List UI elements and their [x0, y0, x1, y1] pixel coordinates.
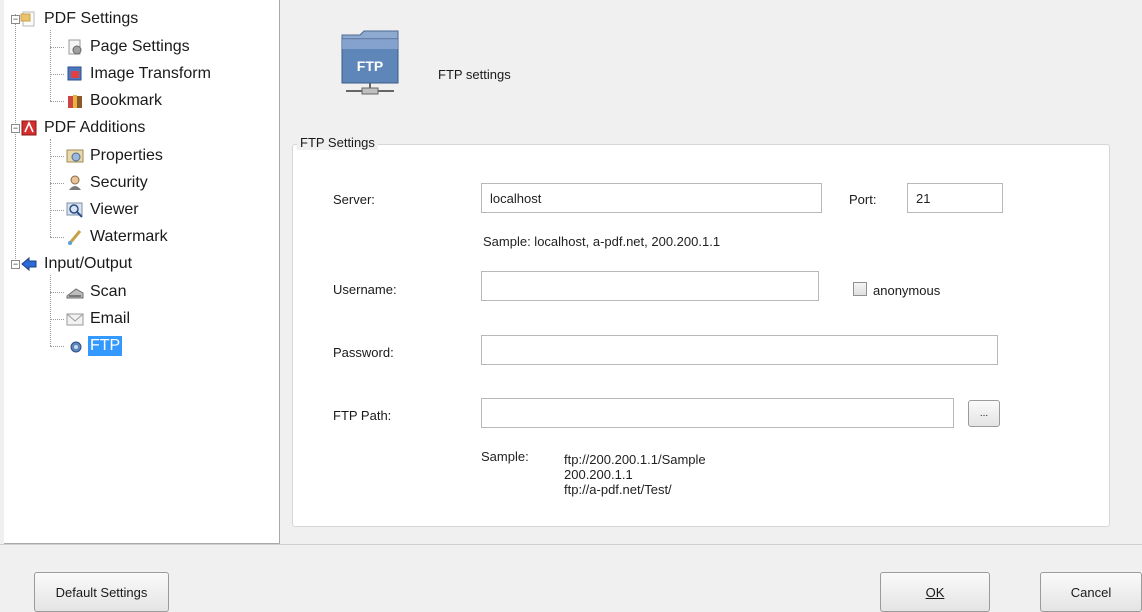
- tree-item-label: Scan: [90, 283, 127, 300]
- watermark-icon: [66, 228, 84, 246]
- password-label: Password:: [333, 345, 394, 360]
- tree-item-pdf-additions[interactable]: PDF Additions: [20, 117, 147, 139]
- path-sample-line: 200.200.1.1: [564, 467, 633, 482]
- tree-connector: [50, 47, 64, 48]
- tree-item-label: Image Transform: [90, 65, 211, 82]
- tree-item-email[interactable]: Email: [66, 308, 132, 330]
- anonymous-label[interactable]: anonymous: [873, 283, 940, 298]
- tree-item-image-transform[interactable]: Image Transform: [66, 63, 213, 85]
- tree-connector: [50, 101, 64, 102]
- tree-item-label: Page Settings: [90, 38, 190, 55]
- group-legend: FTP Settings: [297, 135, 378, 150]
- path-sample-list: ftp://200.200.1.1/Sample 200.200.1.1 ftp…: [564, 452, 706, 497]
- ok-button[interactable]: OK: [880, 572, 990, 612]
- tree-connector: [50, 210, 64, 211]
- ftp-folder-icon: FTP: [340, 27, 400, 97]
- scan-icon: [66, 283, 84, 301]
- tree-item-label: Security: [90, 174, 148, 191]
- tree-item-label: Viewer: [90, 201, 139, 218]
- settings-tree: − PDF Settings Page Settings Image Trans…: [4, 0, 280, 544]
- ftp-icon-text: FTP: [357, 58, 383, 74]
- collapse-toggle-pdf-additions[interactable]: −: [11, 124, 20, 133]
- tree-item-label: FTP: [88, 336, 123, 356]
- ftp-path-input[interactable]: [481, 398, 954, 428]
- tree-root-line: [15, 14, 16, 265]
- tree-branch-line: [50, 275, 51, 346]
- tree-item-viewer[interactable]: Viewer: [66, 199, 141, 221]
- tree-item-properties[interactable]: Properties: [66, 145, 165, 167]
- footer-divider: [0, 544, 1142, 545]
- tree-item-label: Input/Output: [44, 255, 133, 272]
- default-settings-button[interactable]: Default Settings: [34, 572, 169, 612]
- image-transform-icon: [66, 65, 84, 83]
- input-output-icon: [20, 255, 38, 273]
- tree-item-label: PDF Additions: [44, 119, 146, 136]
- pdf-additions-icon: [20, 119, 38, 137]
- tree-connector: [50, 292, 64, 293]
- tree-connector: [50, 156, 64, 157]
- browse-path-button[interactable]: ...: [968, 400, 1000, 427]
- tree-item-page-settings[interactable]: Page Settings: [66, 36, 192, 58]
- tree-item-watermark[interactable]: Watermark: [66, 226, 170, 248]
- path-sample-label: Sample:: [481, 449, 529, 464]
- server-sample-text: Sample: localhost, a-pdf.net, 200.200.1.…: [483, 234, 721, 249]
- email-icon: [66, 310, 84, 328]
- ftp-small-icon: [66, 337, 84, 355]
- properties-icon: [66, 147, 84, 165]
- port-label: Port:: [849, 192, 877, 207]
- tree-item-scan[interactable]: Scan: [66, 281, 128, 303]
- tree-branch-line: [50, 139, 51, 237]
- anonymous-checkbox[interactable]: [853, 282, 867, 296]
- bookmark-icon: [66, 92, 84, 110]
- tree-item-label: Bookmark: [90, 92, 163, 109]
- username-label: Username:: [333, 282, 397, 297]
- viewer-icon: [66, 201, 84, 219]
- tree-connector: [50, 183, 64, 184]
- collapse-toggle-pdf-settings[interactable]: −: [11, 15, 20, 24]
- server-input[interactable]: [481, 183, 822, 213]
- tree-item-label: Email: [90, 310, 131, 327]
- tree-connector: [50, 74, 64, 75]
- tree-item-ftp[interactable]: FTP: [66, 335, 123, 357]
- page-title: FTP settings: [438, 67, 511, 82]
- path-sample-line: ftp://a-pdf.net/Test/: [564, 482, 672, 497]
- pdf-settings-icon: [20, 10, 38, 28]
- collapse-toggle-input-output[interactable]: −: [11, 260, 20, 269]
- tree-connector: [50, 237, 64, 238]
- username-input[interactable]: [481, 271, 819, 301]
- tree-connector: [50, 319, 64, 320]
- port-input[interactable]: [907, 183, 1003, 213]
- security-icon: [66, 174, 84, 192]
- tree-branch-line: [50, 30, 51, 101]
- tree-item-bookmark[interactable]: Bookmark: [66, 90, 164, 112]
- cancel-button[interactable]: Cancel: [1040, 572, 1142, 612]
- path-sample-line: ftp://200.200.1.1/Sample: [564, 452, 706, 467]
- ok-label: OK: [925, 584, 945, 600]
- tree-connector: [50, 346, 64, 347]
- tree-item-label: Properties: [90, 147, 163, 164]
- page-settings-icon: [66, 38, 84, 56]
- tree-item-label: PDF Settings: [44, 10, 139, 27]
- tree-item-label: Watermark: [90, 228, 168, 245]
- tree-item-security[interactable]: Security: [66, 172, 150, 194]
- ftp-path-label: FTP Path:: [333, 408, 392, 423]
- password-input[interactable]: [481, 335, 998, 365]
- tree-item-pdf-settings[interactable]: PDF Settings: [20, 8, 140, 30]
- tree-item-input-output[interactable]: Input/Output: [20, 253, 134, 275]
- server-label: Server:: [333, 192, 375, 207]
